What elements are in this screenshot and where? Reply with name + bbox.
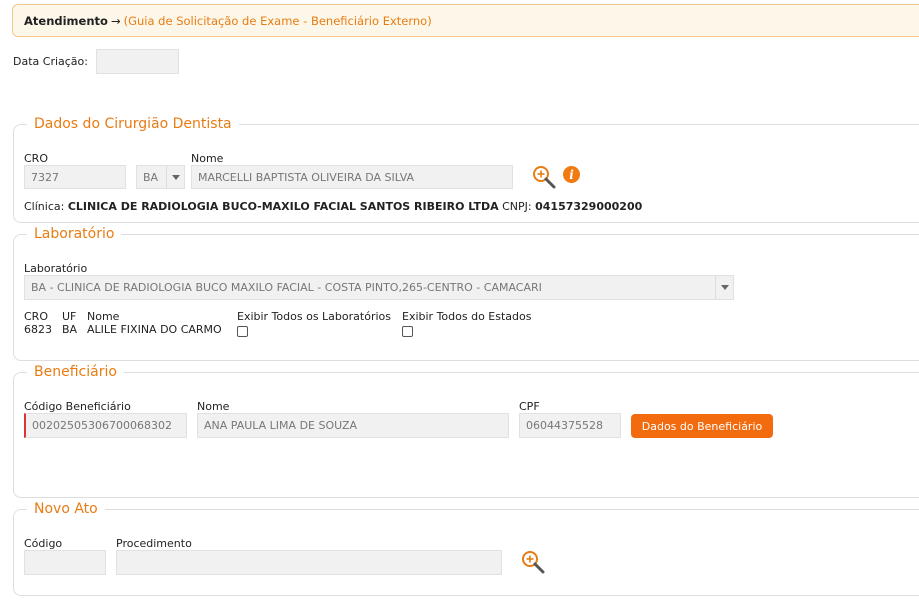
uf-select-value: BA: [143, 170, 159, 184]
laboratorio-select-label: Laboratório: [24, 262, 88, 275]
breadcrumb-title: Atendimento: [24, 13, 108, 28]
info-icon[interactable]: i: [563, 166, 580, 183]
exibir-todos-labs-label: Exibir Todos os Laboratórios: [237, 310, 391, 323]
cro-field[interactable]: 7327: [24, 165, 126, 189]
beneficiario-legend: Beneficiário: [27, 364, 124, 380]
chevron-down-icon: [715, 276, 733, 299]
clinica-value: CLINICA DE RADIOLOGIA BUCO-MAXILO FACIAL…: [67, 200, 499, 213]
nome-dentista-field[interactable]: MARCELLI BAPTISTA OLIVEIRA DA SILVA: [191, 165, 513, 189]
novo-ato-legend: Novo Ato: [27, 501, 105, 517]
breadcrumb-arrow: →: [110, 13, 121, 28]
cpf-field[interactable]: 06044375528: [519, 413, 621, 438]
codigo-label: Código: [24, 537, 63, 550]
cpf-label: CPF: [519, 400, 540, 413]
chevron-down-icon: [166, 166, 184, 188]
nome-dentista-label: Nome: [191, 152, 224, 165]
exibir-todos-estados-label: Exibir Todos do Estados: [402, 310, 532, 323]
clinica-label: Clínica:: [24, 200, 65, 213]
search-icon[interactable]: [531, 164, 557, 190]
lab-cro-value: 6823: [24, 323, 52, 336]
lab-nome-header: Nome: [87, 310, 120, 323]
lab-cro-header: CRO: [24, 310, 48, 323]
nome-beneficiario-label: Nome: [197, 400, 230, 413]
lab-uf-value: BA: [62, 323, 78, 336]
exibir-todos-labs-checkbox[interactable]: [237, 326, 248, 337]
codigo-beneficiario-field[interactable]: 00202505306700068302: [24, 413, 187, 438]
laboratorio-select-value: BA - CLINICA DE RADIOLOGIA BUCO MAXILO F…: [31, 281, 542, 294]
lab-uf-header: UF: [62, 310, 77, 323]
procedimento-field[interactable]: [116, 550, 502, 575]
laboratorio-legend: Laboratório: [27, 226, 122, 242]
procedimento-label: Procedimento: [116, 537, 192, 550]
dentista-legend: Dados do Cirurgião Dentista: [27, 116, 239, 132]
dados-beneficiario-button[interactable]: Dados do Beneficiário: [631, 414, 773, 438]
codigo-field[interactable]: [24, 550, 106, 575]
cnpj-value: 04157329000200: [535, 200, 643, 213]
breadcrumb-subtitle[interactable]: (Guia de Solicitação de Exame - Benefici…: [124, 14, 432, 28]
codigo-beneficiario-label: Código Beneficiário: [24, 400, 131, 413]
data-criacao-label: Data Criação:: [13, 55, 88, 68]
breadcrumb: Atendimento → (Guia de Solicitação de Ex…: [12, 4, 919, 37]
clinica-line: Clínica: CLINICA DE RADIOLOGIA BUCO-MAXI…: [24, 200, 642, 213]
nome-beneficiario-field[interactable]: ANA PAULA LIMA DE SOUZA: [197, 413, 509, 438]
cnpj-label: CNPJ:: [502, 200, 532, 213]
laboratorio-select[interactable]: BA - CLINICA DE RADIOLOGIA BUCO MAXILO F…: [24, 275, 734, 300]
cro-label: CRO: [24, 152, 48, 165]
procedimento-search-icon[interactable]: [520, 549, 546, 575]
exibir-todos-estados-checkbox[interactable]: [402, 326, 413, 337]
uf-select[interactable]: BA: [136, 165, 185, 189]
data-criacao-field[interactable]: [96, 49, 179, 74]
lab-nome-value: ALILE FIXINA DO CARMO: [87, 323, 222, 336]
